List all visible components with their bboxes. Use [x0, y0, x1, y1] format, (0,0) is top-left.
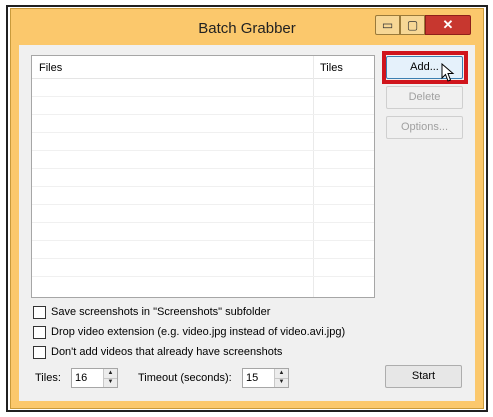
tiles-label: Tiles:	[35, 372, 61, 384]
mouse-cursor-icon	[441, 63, 455, 82]
minimize-icon: ▭	[381, 18, 394, 32]
grid-line	[32, 168, 374, 169]
save-subfolder-checkbox[interactable]: Save screenshots in "Screenshots" subfol…	[33, 304, 270, 320]
grid-line	[32, 132, 374, 133]
column-header-tiles[interactable]: Tiles	[320, 62, 343, 74]
timeout-value[interactable]: 15	[246, 372, 258, 384]
checkbox-box[interactable]	[33, 345, 46, 359]
minimize-button[interactable]: ▭	[375, 15, 400, 35]
close-icon: ✕	[442, 17, 454, 32]
delete-button[interactable]: Delete	[386, 86, 463, 109]
timeout-spinner[interactable]: 15 ▲ ▼	[242, 368, 289, 388]
grid-line	[32, 186, 374, 187]
skip-existing-checkbox[interactable]: Don't add videos that already have scree…	[33, 344, 282, 360]
column-header-files[interactable]: Files	[39, 62, 62, 74]
grid-line	[32, 204, 374, 205]
start-button[interactable]: Start	[385, 365, 462, 388]
grid-line	[32, 240, 374, 241]
column-divider[interactable]	[313, 56, 314, 297]
client-area: Files Tiles Add... Delete Options... Sav…	[19, 45, 475, 401]
checkbox-label: Drop video extension (e.g. video.jpg ins…	[51, 326, 346, 338]
grid-line	[32, 150, 374, 151]
batch-grabber-window: Batch Grabber ▭ ▢ ✕ Files Tiles Add... D…	[10, 8, 484, 409]
highlight-box	[382, 51, 468, 84]
close-button[interactable]: ✕	[425, 15, 471, 35]
maximize-button[interactable]: ▢	[400, 15, 425, 35]
spinner-arrows: ▲ ▼	[103, 369, 117, 387]
spin-down-icon[interactable]: ▼	[104, 378, 117, 387]
spin-down-icon[interactable]: ▼	[275, 378, 288, 387]
maximize-icon: ▢	[406, 18, 419, 32]
grid-line	[32, 222, 374, 223]
drop-extension-checkbox[interactable]: Drop video extension (e.g. video.jpg ins…	[33, 324, 345, 340]
checkbox-box[interactable]	[33, 305, 46, 319]
grid-line	[32, 96, 374, 97]
grid-line	[32, 276, 374, 277]
options-button[interactable]: Options...	[386, 116, 463, 139]
title-bar[interactable]: Batch Grabber ▭ ▢ ✕	[11, 9, 483, 45]
grid-line	[32, 114, 374, 115]
checkbox-label: Save screenshots in "Screenshots" subfol…	[51, 306, 271, 318]
grid-line	[32, 258, 374, 259]
files-list[interactable]: Files Tiles	[31, 55, 375, 298]
tiles-spinner[interactable]: 16 ▲ ▼	[71, 368, 118, 388]
checkbox-box[interactable]	[33, 325, 46, 339]
list-header: Files Tiles	[32, 56, 374, 79]
checkbox-label: Don't add videos that already have scree…	[51, 346, 283, 358]
spinner-arrows: ▲ ▼	[274, 369, 288, 387]
tiles-value[interactable]: 16	[75, 372, 87, 384]
timeout-label: Timeout (seconds):	[138, 372, 232, 384]
